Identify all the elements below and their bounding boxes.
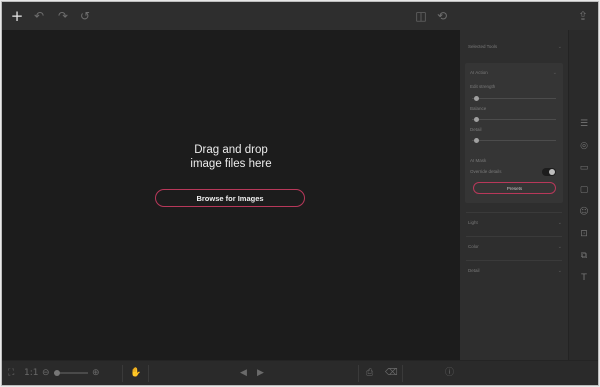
hand-tool-icon[interactable]: ✋ xyxy=(130,367,141,379)
ai-mask-label: AI Mask xyxy=(470,158,487,163)
export-icon[interactable]: ⎙ xyxy=(366,367,373,379)
chat-icon[interactable]: ▢ xyxy=(578,184,590,196)
adjustments-panel: Selected Tools ⌄ AI Action ⌄ Edit streng… xyxy=(460,30,568,360)
compare-icon[interactable]: ◫ xyxy=(414,9,428,23)
drop-line-2: image files here xyxy=(190,158,272,170)
slider-3[interactable] xyxy=(472,138,556,143)
divider xyxy=(148,365,149,382)
zoom-in-icon[interactable]: ⊕ xyxy=(92,367,100,379)
face-icon[interactable]: ☺ xyxy=(578,206,590,218)
chevron-icon[interactable]: ⌄ xyxy=(553,70,557,76)
slider-1-knob[interactable] xyxy=(474,96,480,101)
chevron-down-icon[interactable]: ⌄ xyxy=(558,220,562,226)
text-icon[interactable]: T xyxy=(578,272,590,284)
zoom-out-icon[interactable]: ⊖ xyxy=(42,367,50,379)
undo-icon[interactable]: ↶ xyxy=(32,9,46,23)
info-icon[interactable]: ⓘ xyxy=(445,367,454,379)
slider-3-label: Detail xyxy=(470,127,482,132)
delete-icon[interactable]: ⌫ xyxy=(385,367,398,379)
presets-button[interactable]: Presets xyxy=(473,182,556,194)
app-window: + ↶ ↷ ↺ ◫ ⟲ ⇪ Drag and drop image files … xyxy=(1,1,599,386)
top-toolbar: + ↶ ↷ ↺ ◫ ⟲ ⇪ xyxy=(2,2,598,30)
divider xyxy=(402,365,403,382)
detail-section[interactable]: Detail xyxy=(468,268,562,273)
tool-strip: ☰ ◎ ▭ ▢ ☺ ⊡ ⧉ T xyxy=(568,30,598,360)
ai-action-label: AI Action xyxy=(470,70,488,75)
slider-2-label: Balance xyxy=(470,106,487,111)
slider-2[interactable] xyxy=(472,117,556,122)
plus-icon[interactable]: + xyxy=(10,9,24,24)
light-section[interactable]: Light xyxy=(468,220,562,225)
bottom-toolbar: ⛶ 1:1 ⊖ ⊕ ✋ ◀ ▶ ⎙ ⌫ ⓘ xyxy=(2,360,598,385)
slider-3-knob[interactable] xyxy=(474,138,480,143)
toggle-knob xyxy=(549,169,555,175)
share-icon[interactable]: ⇪ xyxy=(576,9,590,23)
chevron-down-icon[interactable]: ⌄ xyxy=(558,268,562,274)
zoom-knob[interactable] xyxy=(54,370,60,376)
divider xyxy=(122,365,123,382)
layers-icon[interactable]: ⧉ xyxy=(578,250,590,262)
slider-1-label: Edit strength xyxy=(470,84,496,89)
panel-section-title[interactable]: Selected Tools xyxy=(468,44,562,49)
zoom-level[interactable]: 1:1 xyxy=(24,367,38,379)
fit-screen-icon[interactable]: ⛶ xyxy=(8,367,14,379)
divider xyxy=(358,365,359,382)
chevron-down-icon[interactable]: ⌄ xyxy=(558,44,562,50)
lens-icon[interactable]: ◎ xyxy=(578,140,590,152)
divider xyxy=(466,236,562,237)
color-section[interactable]: Color xyxy=(468,244,562,249)
zoom-slider[interactable] xyxy=(54,370,88,376)
divider xyxy=(466,260,562,261)
slider-2-knob[interactable] xyxy=(474,117,480,122)
monitor-icon[interactable]: ▭ xyxy=(578,162,590,174)
override-toggle[interactable] xyxy=(542,168,556,176)
sliders-icon[interactable]: ☰ xyxy=(578,118,590,130)
chevron-down-icon[interactable]: ⌄ xyxy=(558,244,562,250)
reset-icon[interactable]: ↺ xyxy=(78,9,92,23)
slider-1[interactable] xyxy=(472,96,556,101)
next-image-button[interactable]: ▶ xyxy=(257,367,264,379)
crop-icon[interactable]: ⊡ xyxy=(578,228,590,240)
redo-icon[interactable]: ↷ xyxy=(56,9,70,23)
drop-line-1: Drag and drop xyxy=(194,144,268,156)
drop-instructions: Drag and drop image files here xyxy=(2,143,460,171)
history-icon[interactable]: ⟲ xyxy=(435,9,449,23)
previous-image-button[interactable]: ◀ xyxy=(240,367,247,379)
divider xyxy=(466,212,562,213)
image-canvas[interactable]: Drag and drop image files here Browse fo… xyxy=(2,30,460,360)
browse-images-button[interactable]: Browse for Images xyxy=(155,189,305,207)
